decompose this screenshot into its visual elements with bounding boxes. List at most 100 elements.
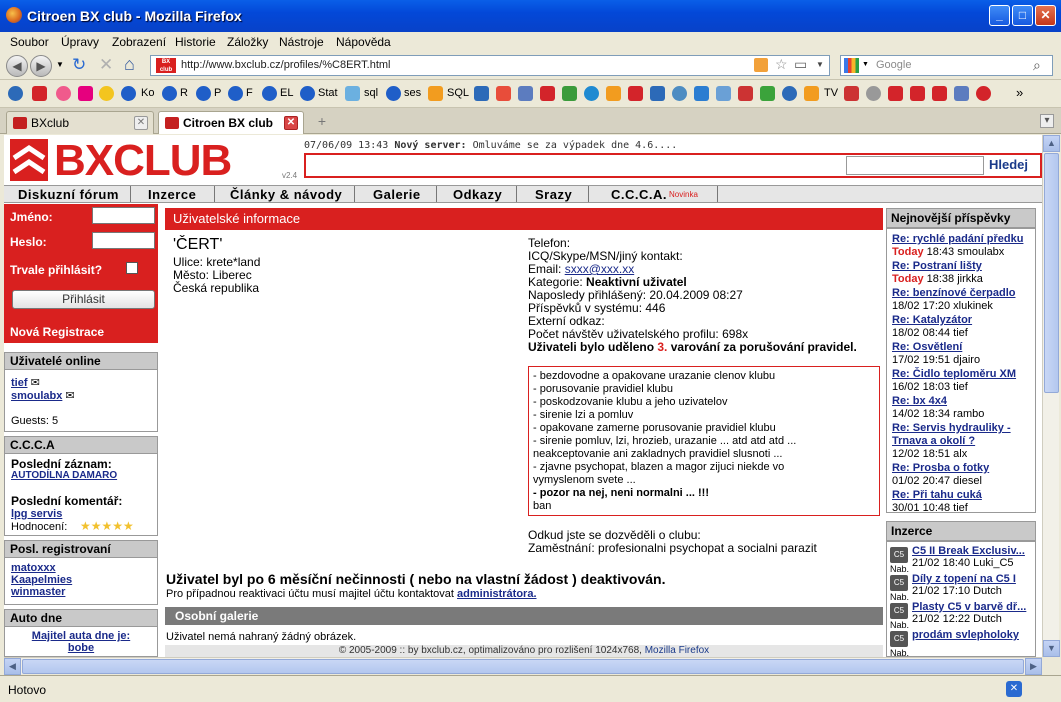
latest-post-item[interactable]: Re: bx 4x4 14/02 18:34 rambo xyxy=(892,395,1037,421)
online-user-link[interactable]: tief xyxy=(11,377,28,389)
nav-inzerce[interactable]: Inzerce xyxy=(148,187,196,202)
menu-tools[interactable]: Nástroje xyxy=(279,35,324,49)
ad-title[interactable]: Plasty C5 v barvě dř... xyxy=(912,601,1036,613)
vertical-scroll-thumb[interactable] xyxy=(1044,153,1059,393)
tab-citroen-bx-club[interactable]: Citroen BX club ✕ xyxy=(158,111,304,134)
last-record-link[interactable]: AUTODÍLNA DAMARO xyxy=(11,470,117,481)
ad-title[interactable]: prodám svlepholoky xyxy=(912,629,1036,641)
latest-post-title[interactable]: Re: Servis hydrauliky - Trnava a okolí ? xyxy=(892,422,1037,448)
latest-post-item[interactable]: Re: Osvětlení 17/02 19:51 djairo xyxy=(892,341,1037,367)
admin-link[interactable]: administrátora. xyxy=(457,588,536,600)
scroll-left-icon[interactable]: ◀ xyxy=(4,658,21,675)
bookmark-tv[interactable]: TV xyxy=(824,87,838,99)
remember-checkbox[interactable] xyxy=(126,262,138,274)
latest-post-item[interactable]: Re: Prosba o fotky 01/02 20:47 diesel xyxy=(892,462,1037,488)
message-icon[interactable]: ✉ xyxy=(31,377,40,389)
menu-edit[interactable]: Úpravy xyxy=(61,35,99,49)
bookmark-p[interactable]: P xyxy=(214,87,221,99)
latest-post-item[interactable]: Re: Servis hydrauliky - Trnava a okolí ?… xyxy=(892,422,1037,461)
online-user-link[interactable]: smoulabx xyxy=(11,390,62,402)
menu-history[interactable]: Historie xyxy=(175,35,216,49)
latest-post-item[interactable]: Re: Katalyzátor 18/02 08:44 tief xyxy=(892,314,1037,340)
forward-icon[interactable]: ▶ xyxy=(30,55,52,77)
ad-item[interactable]: C5 Nab. Díly z topení na C5 I 21/02 17:10 D… xyxy=(890,573,1036,602)
bookmark-icon[interactable] xyxy=(910,86,925,101)
bookmark-ko[interactable]: Ko xyxy=(141,87,154,99)
stop-icon[interactable]: ✕ xyxy=(99,55,113,75)
vertical-scrollbar[interactable]: ▲ ▼ xyxy=(1042,135,1060,657)
menu-bookmarks[interactable]: Záložky xyxy=(227,35,268,49)
registered-user-link[interactable]: matoxxx xyxy=(11,562,56,574)
bookmark-icon[interactable] xyxy=(228,86,243,101)
registered-user-link[interactable]: Kaapelmies xyxy=(11,574,72,586)
bookmark-icon[interactable] xyxy=(78,86,93,101)
horizontal-scrollbar[interactable]: ◀ ▶ xyxy=(4,657,1042,675)
nav-ccca[interactable]: C.C.C.A. xyxy=(611,187,667,202)
latest-post-title[interactable]: Re: rychlé padání předku xyxy=(892,233,1037,246)
ad-item[interactable]: C5 Nab. Plasty C5 v barvě dř... 21/02 12:22… xyxy=(890,601,1036,630)
bookmark-f[interactable]: F xyxy=(246,87,253,99)
bookmark-icon[interactable] xyxy=(760,86,775,101)
latest-post-title[interactable]: Re: Katalyzátor xyxy=(892,314,1037,327)
bookmark-icon[interactable] xyxy=(300,86,315,101)
bookmark-icon[interactable] xyxy=(518,86,533,101)
url-bar[interactable]: BX club http://www.bxclub.cz/profiles/%C8… xyxy=(150,55,830,76)
menu-file[interactable]: Soubor xyxy=(10,35,49,49)
scroll-up-icon[interactable]: ▲ xyxy=(1043,135,1060,152)
bookmark-icon[interactable] xyxy=(562,86,577,101)
bookmark-icon[interactable] xyxy=(8,86,23,101)
latest-post-title[interactable]: Re: Při tahu cuká xyxy=(892,489,1037,502)
bookmark-el[interactable]: EL xyxy=(280,87,293,99)
back-icon[interactable]: ◀ xyxy=(6,55,28,77)
bookmark-icon[interactable] xyxy=(606,86,621,101)
home-icon[interactable]: ⌂ xyxy=(124,54,135,75)
bookmark-icon[interactable] xyxy=(976,86,991,101)
bookmark-icon[interactable] xyxy=(262,86,277,101)
bookmark-icon[interactable] xyxy=(56,86,71,101)
message-icon[interactable]: ✉ xyxy=(65,390,74,402)
menu-help[interactable]: Nápověda xyxy=(336,35,391,49)
bookmark-icon[interactable] xyxy=(540,86,555,101)
latest-post-item[interactable]: Re: benzínové čerpadlo 18/02 17:20 xlukin… xyxy=(892,287,1037,313)
tab-list-icon[interactable]: ▾ xyxy=(1040,114,1054,128)
scroll-right-icon[interactable]: ▶ xyxy=(1025,658,1042,675)
new-tab-icon[interactable]: + xyxy=(312,113,332,131)
addon-icon[interactable]: ✕ xyxy=(1006,681,1022,697)
bookmark-icon[interactable] xyxy=(121,86,136,101)
bookmark-icon[interactable] xyxy=(694,86,709,101)
reload-icon[interactable]: ↻ xyxy=(72,55,86,75)
bookmark-icon[interactable] xyxy=(716,86,731,101)
carday-owner-label[interactable]: Majitel auta dne je: xyxy=(5,630,157,642)
bxclub-logo[interactable]: BXCLUB v2.4 xyxy=(4,135,304,185)
latest-post-title[interactable]: Re: Osvětlení xyxy=(892,341,1037,354)
bookmark-stat[interactable]: Stat xyxy=(318,87,338,99)
copy-icon[interactable]: ▭ xyxy=(794,56,807,73)
bookmark-icon[interactable] xyxy=(162,86,177,101)
nav-clanky[interactable]: Články & návody xyxy=(230,187,342,202)
horizontal-scroll-thumb[interactable] xyxy=(22,659,1024,674)
latest-post-item[interactable]: Re: rychlé padání předku Today 18:43 smou… xyxy=(892,233,1037,259)
bookmark-icon[interactable] xyxy=(672,86,687,101)
carday-owner-link[interactable]: bobe xyxy=(5,642,157,654)
bookmark-icon[interactable] xyxy=(196,86,211,101)
latest-post-title[interactable]: Re: Prosba o fotky xyxy=(892,462,1037,475)
register-link[interactable]: Nová Registrace xyxy=(10,325,104,339)
google-icon[interactable] xyxy=(844,58,859,73)
scroll-down-icon[interactable]: ▼ xyxy=(1043,640,1060,657)
bookmark-sql2[interactable]: SQL xyxy=(447,87,469,99)
bookmark-icon[interactable] xyxy=(584,86,599,101)
name-input[interactable] xyxy=(92,207,155,224)
bookmark-icon[interactable] xyxy=(738,86,753,101)
site-search-input[interactable] xyxy=(846,156,984,175)
registered-user-link[interactable]: winmaster xyxy=(11,586,65,598)
latest-post-title[interactable]: Re: benzínové čerpadlo xyxy=(892,287,1037,300)
bookmark-icon[interactable] xyxy=(345,86,360,101)
bookmark-sql[interactable]: sql xyxy=(364,87,378,99)
history-dropdown-icon[interactable]: ▼ xyxy=(56,60,64,69)
bookmark-icon[interactable] xyxy=(932,86,947,101)
menu-view[interactable]: Zobrazení xyxy=(112,35,166,49)
latest-post-title[interactable]: Re: Čidlo teploměru XM xyxy=(892,368,1037,381)
ad-item[interactable]: C5 Nab. prodám svlepholoky xyxy=(890,629,1036,657)
url-dropdown-icon[interactable]: ▼ xyxy=(816,60,824,69)
bookmark-icon[interactable] xyxy=(628,86,643,101)
